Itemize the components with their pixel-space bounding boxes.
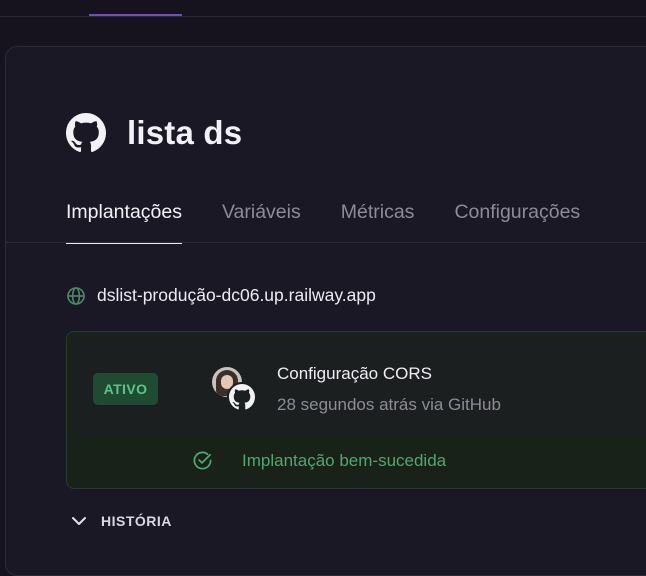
- commit-meta: 28 segundos atrás via GitHub: [277, 395, 501, 414]
- project-title: lista ds: [127, 114, 243, 151]
- tab-variaveis[interactable]: Variáveis: [222, 196, 301, 244]
- history-toggle[interactable]: HISTÓRIA: [70, 512, 172, 530]
- tab-configuracoes[interactable]: Configurações: [454, 196, 580, 244]
- tab-implantacoes[interactable]: Implantações: [66, 196, 182, 244]
- globe-icon: [67, 286, 85, 305]
- chevron-down-icon: [72, 517, 86, 525]
- history-label: HISTÓRIA: [101, 513, 172, 529]
- deployment-summary: ATIVO Configuração CORS 28 segundos atrá…: [72, 337, 646, 435]
- tabs-divider: [6, 242, 646, 243]
- tab-bar: Implantações Variáveis Métricas Configur…: [66, 196, 620, 244]
- service-url-row: dslist-produção-dc06.up.railway.app: [66, 285, 376, 306]
- check-circle-icon: [193, 451, 212, 470]
- project-header: lista ds: [66, 112, 242, 154]
- active-nav-indicator: [89, 14, 182, 16]
- github-source-badge: [227, 382, 257, 412]
- deployment-card[interactable]: ATIVO Configuração CORS 28 segundos atrá…: [66, 331, 646, 489]
- github-icon: [229, 384, 255, 410]
- service-url-link[interactable]: dslist-produção-dc06.up.railway.app: [97, 285, 376, 306]
- commit-title[interactable]: Configuração CORS: [277, 364, 432, 384]
- tab-metricas[interactable]: Métricas: [341, 196, 415, 244]
- top-bar: [0, 0, 646, 17]
- status-badge: ATIVO: [93, 373, 158, 405]
- deployment-status-row: Implantação bem-sucedida: [192, 450, 446, 471]
- deployment-status: Implantação bem-sucedida: [242, 450, 447, 470]
- github-icon: [66, 113, 106, 153]
